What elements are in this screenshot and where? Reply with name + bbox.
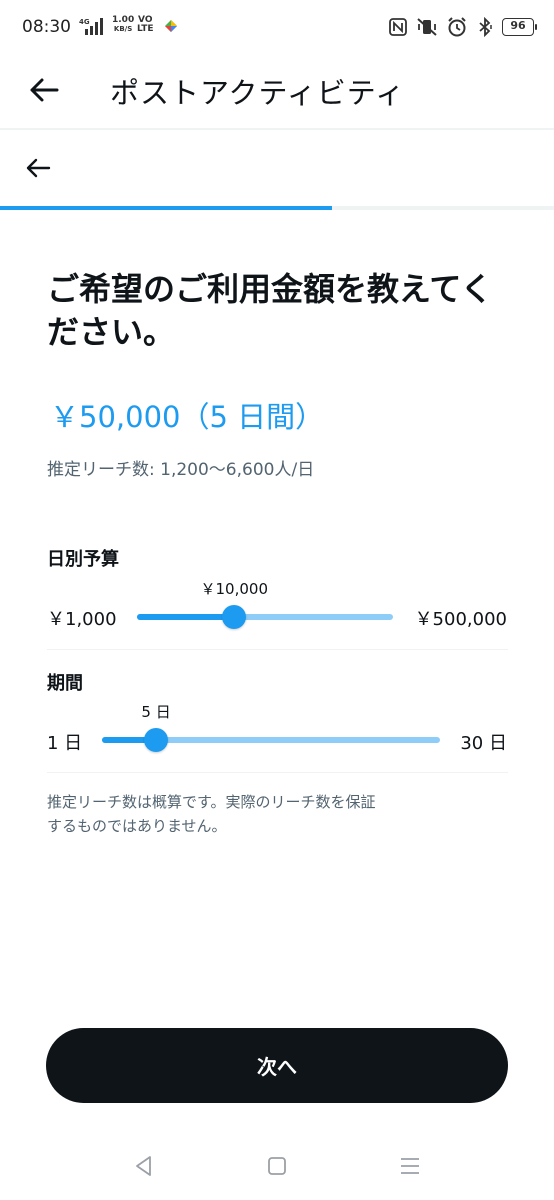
status-right-icons: 96 [388, 15, 537, 39]
duration-label: 期間 [47, 673, 83, 694]
duration-max: 30 日 [460, 733, 507, 754]
screen: 08:30 4G 1.00 KB/S VO LTE 96 ポストアクティビティ … [0, 0, 554, 1200]
status-time: 08:30 [22, 17, 71, 37]
system-nav-bar [0, 1140, 554, 1200]
volte-bottom: LTE [137, 24, 154, 34]
battery-icon: 96 [502, 18, 537, 36]
section-divider [47, 772, 508, 773]
back-arrow-icon[interactable] [26, 72, 62, 108]
vibrate-off-icon [417, 18, 437, 36]
nav-home-icon[interactable] [265, 1154, 289, 1178]
progress-fill [0, 206, 333, 210]
selected-amount: ￥50,000（5 日間） [50, 400, 325, 434]
step-back-arrow-icon[interactable] [22, 152, 54, 184]
section-divider [47, 649, 508, 650]
battery-level: 96 [510, 19, 526, 32]
duration-slider-thumb[interactable] [144, 728, 169, 752]
header-divider [0, 128, 554, 130]
duration-slider[interactable] [102, 728, 440, 752]
net-speed-value: 1.00 [112, 15, 135, 25]
page-title: ポストアクティビティ [110, 76, 406, 110]
nav-menu-icon[interactable] [398, 1154, 422, 1178]
alarm-icon [448, 17, 466, 37]
disclaimer-text: 推定リーチ数は概算です。実際のリーチ数を保証するものではありません。 [47, 793, 376, 835]
question-heading: ご希望のご利用金額を教えてください。 [47, 270, 493, 351]
daily-budget-max: ￥500,000 [414, 609, 507, 630]
duration-min: 1 日 [47, 733, 83, 754]
status-bar: 08:30 4G 1.00 KB/S VO LTE 96 [0, 0, 554, 56]
volte-indicator: VO LTE [137, 16, 154, 34]
daily-budget-slider[interactable] [137, 605, 393, 629]
net-speed: 1.00 KB/S [112, 16, 134, 34]
progress-bar [0, 206, 554, 210]
daily-budget-label: 日別予算 [47, 549, 119, 570]
signal-icon: 4G [79, 18, 103, 35]
next-button[interactable]: 次へ [46, 1028, 508, 1103]
daily-budget-slider-fill [137, 614, 235, 620]
play-games-icon [165, 20, 177, 32]
daily-budget-slider-thumb[interactable] [222, 605, 247, 629]
daily-budget-min: ￥1,000 [47, 609, 117, 630]
app-header: ポストアクティビティ [0, 56, 554, 128]
bluetooth-icon [479, 17, 492, 37]
nav-back-icon[interactable] [132, 1154, 156, 1178]
nfc-icon [389, 18, 407, 36]
daily-budget-current-value: ￥10,000 [200, 580, 269, 598]
duration-current-value: 5 日 [141, 703, 171, 721]
network-type: 4G [79, 18, 90, 26]
estimated-reach: 推定リーチ数: 1,200〜6,600人/日 [47, 460, 315, 480]
net-speed-unit: KB/S [113, 25, 133, 33]
